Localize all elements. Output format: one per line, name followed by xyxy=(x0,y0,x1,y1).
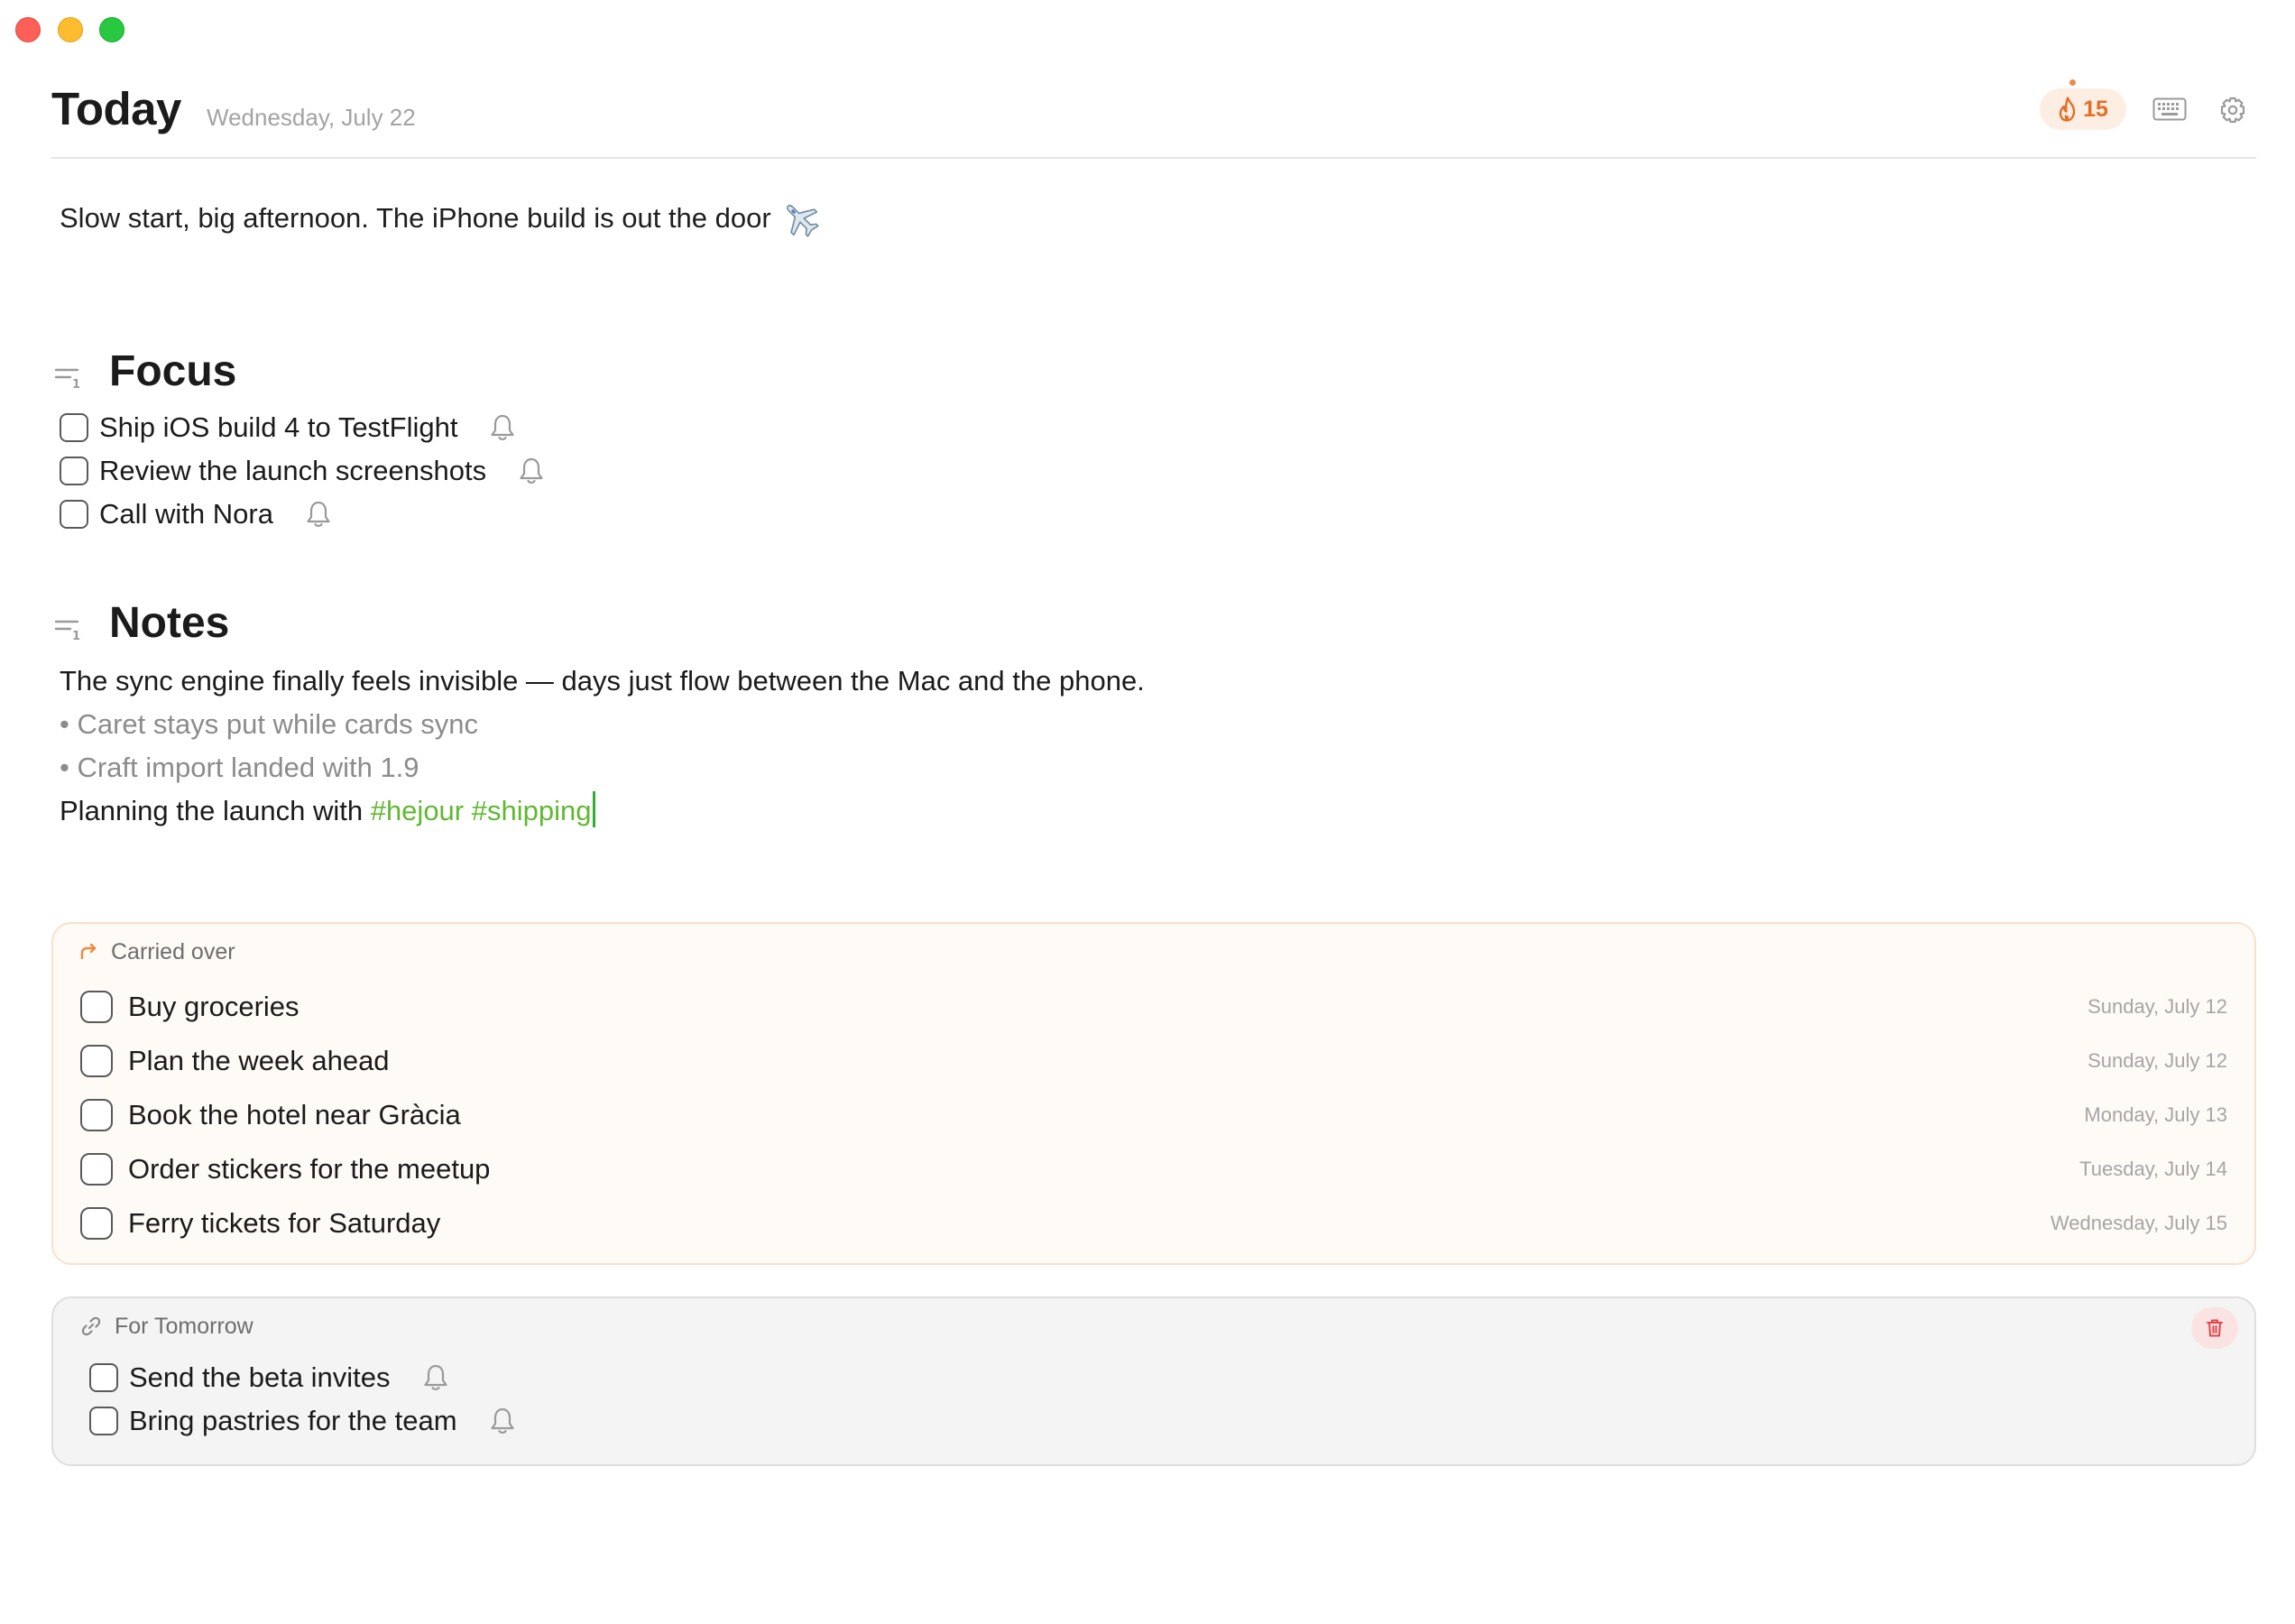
notes-title: Notes xyxy=(109,599,230,647)
page-date: Wednesday, July 22 xyxy=(207,104,416,131)
task-label[interactable]: Ferry tickets for Saturday xyxy=(128,1205,440,1241)
task-checkbox[interactable] xyxy=(89,1407,118,1435)
task-checkbox[interactable] xyxy=(80,1099,113,1131)
heading-level-icon: 1 xyxy=(54,368,80,392)
task-label[interactable]: Ship iOS build 4 to TestFlight xyxy=(99,410,457,446)
hashtag[interactable]: #hejour xyxy=(371,795,464,826)
task-checkbox[interactable] xyxy=(80,1207,113,1240)
note-line: The sync engine finally feels invisible … xyxy=(60,665,1145,697)
original-date: Sunday, July 12 xyxy=(2088,1049,2227,1072)
streak-badge[interactable]: 15 xyxy=(2040,88,2126,130)
carried-over-item: Order stickers for the meetup Tuesday, J… xyxy=(80,1142,2227,1196)
focus-title: Focus xyxy=(109,347,237,395)
carried-over-header: Carried over xyxy=(78,938,235,965)
task-label[interactable]: Buy groceries xyxy=(128,989,300,1025)
note-text: Planning the launch with xyxy=(60,795,364,826)
link-icon xyxy=(81,1316,101,1336)
window-zoom-button[interactable] xyxy=(99,17,124,42)
task-checkbox[interactable] xyxy=(80,1153,113,1186)
daily-intro[interactable]: Slow start, big afternoon. The iPhone bu… xyxy=(60,198,820,238)
focus-task: Call with Nora xyxy=(60,493,546,536)
carried-over-item: Book the hotel near Gràcia Monday, July … xyxy=(80,1088,2227,1142)
note-bullet: • Caret stays put while cards sync xyxy=(60,708,478,740)
heading-level-icon: 1 xyxy=(54,620,80,643)
svg-text:1: 1 xyxy=(72,630,80,641)
carried-over-card: Carried over Buy groceries Sunday, July … xyxy=(51,922,2256,1265)
task-label[interactable]: Call with Nora xyxy=(99,496,273,532)
focus-section-icon[interactable]: 1 xyxy=(54,364,81,394)
hashtag[interactable]: #shipping xyxy=(472,795,592,826)
task-label[interactable]: Review the launch screenshots xyxy=(99,453,486,489)
svg-text:1: 1 xyxy=(72,378,80,390)
bell-icon[interactable] xyxy=(517,456,546,486)
original-date: Sunday, July 12 xyxy=(2088,995,2227,1018)
window-close-button[interactable] xyxy=(15,17,41,42)
delete-button[interactable] xyxy=(2191,1307,2238,1349)
for-tomorrow-title: For Tomorrow xyxy=(115,1314,253,1339)
streak-count: 15 xyxy=(2083,97,2108,122)
task-checkbox[interactable] xyxy=(60,457,88,485)
task-label[interactable]: Book the hotel near Gràcia xyxy=(128,1097,461,1133)
keyboard-icon[interactable] xyxy=(2152,97,2187,121)
for-tomorrow-card: For Tomorrow Send the beta invites Bring… xyxy=(51,1296,2256,1466)
carried-over-item: Buy groceries Sunday, July 12 xyxy=(80,980,2227,1034)
text-caret xyxy=(593,791,596,827)
original-date: Tuesday, July 14 xyxy=(2079,1158,2227,1180)
task-label[interactable]: Bring pastries for the team xyxy=(129,1403,457,1439)
airplane-emoji xyxy=(786,205,819,237)
carried-over-item: Ferry tickets for Saturday Wednesday, Ju… xyxy=(80,1196,2227,1250)
task-checkbox[interactable] xyxy=(60,413,88,442)
carried-over-title: Carried over xyxy=(111,939,235,964)
intro-text: Slow start, big afternoon. The iPhone bu… xyxy=(60,202,771,234)
window-minimize-button[interactable] xyxy=(58,17,83,42)
bell-icon[interactable] xyxy=(488,412,517,443)
page-title: Today xyxy=(51,83,181,134)
header-divider xyxy=(51,157,2256,159)
focus-task: Ship iOS build 4 to TestFlight xyxy=(60,406,546,449)
original-date: Wednesday, July 15 xyxy=(2050,1212,2227,1234)
task-checkbox[interactable] xyxy=(80,991,113,1023)
focus-task: Review the launch screenshots xyxy=(60,449,546,493)
task-label[interactable]: Order stickers for the meetup xyxy=(128,1151,490,1187)
for-tomorrow-task-list: Send the beta invites Bring pastries for… xyxy=(89,1356,517,1443)
tomorrow-task: Send the beta invites xyxy=(89,1356,517,1399)
task-checkbox[interactable] xyxy=(80,1045,113,1077)
bell-icon[interactable] xyxy=(304,499,333,530)
task-label[interactable]: Send the beta invites xyxy=(129,1360,391,1396)
bell-icon[interactable] xyxy=(488,1406,517,1436)
for-tomorrow-header: For Tomorrow xyxy=(80,1313,253,1340)
note-bullet: • Craft import landed with 1.9 xyxy=(60,752,419,783)
notes-section-icon[interactable]: 1 xyxy=(54,616,81,646)
trash-icon xyxy=(2207,1319,2223,1337)
tomorrow-task: Bring pastries for the team xyxy=(89,1399,517,1443)
original-date: Monday, July 13 xyxy=(2084,1103,2227,1126)
bell-icon[interactable] xyxy=(421,1362,450,1393)
focus-task-list: Ship iOS build 4 to TestFlight Review th… xyxy=(60,406,546,536)
carried-over-item: Plan the week ahead Sunday, July 12 xyxy=(80,1034,2227,1088)
redo-arrow-icon xyxy=(80,943,97,960)
task-label[interactable]: Plan the week ahead xyxy=(128,1043,390,1079)
task-checkbox[interactable] xyxy=(89,1363,118,1392)
notes-editor[interactable]: The sync engine finally feels invisible … xyxy=(60,660,1145,833)
flame-icon xyxy=(2059,97,2076,122)
note-line: Planning the launch with #hejour #shippi… xyxy=(60,789,1145,833)
task-checkbox[interactable] xyxy=(60,500,88,529)
gear-icon[interactable] xyxy=(2218,96,2247,125)
notification-dot xyxy=(2069,79,2076,86)
